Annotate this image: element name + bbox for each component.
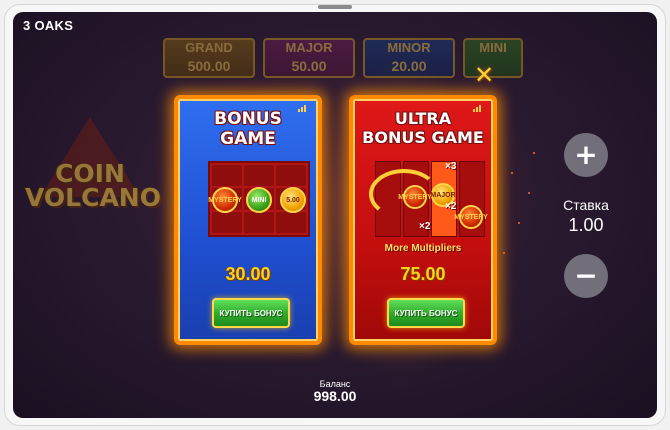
jackpot-grand: GRAND 500.00 — [163, 38, 255, 78]
jackpot-major-value: 50.00 — [291, 58, 327, 74]
mystery-coin-icon: MYSTERY — [398, 185, 432, 209]
multiplier-label: ×2 — [445, 201, 457, 212]
ultra-title-line2: BONUS GAME — [362, 128, 484, 147]
ultra-bonus-price: 75.00 — [400, 264, 446, 284]
ultra-reels-preview: MYSTERY MAJOR MYSTERY ×3 ×2 ×2 — [369, 161, 488, 237]
ultra-bonus-game-card: ULTRA BONUS GAME MYSTERY MAJOR MYSTERY ×… — [349, 95, 497, 345]
buy-ultra-bonus-button[interactable]: КУПИТЬ БОНУС — [387, 298, 465, 328]
game-screen: 3 OAKS GRAND 500.00 MAJOR 50.00 MINOR 20… — [13, 12, 657, 418]
ultra-bonus-title: ULTRA BONUS GAME — [353, 109, 493, 147]
device-notch — [318, 5, 352, 9]
mystery-coin-icon: MYSTERY — [208, 187, 242, 213]
jackpot-mini-label: MINI — [479, 40, 507, 55]
spark-decoration — [533, 152, 535, 154]
jackpot-minor-label: MINOR — [387, 40, 431, 55]
jackpot-major-label: MAJOR — [285, 40, 333, 55]
ultra-subtitle: More Multipliers — [384, 243, 462, 254]
mini-coin-icon: MINI — [246, 187, 272, 213]
value-coin-icon: 5.00 — [280, 187, 306, 213]
bonus-game-card: BONUS GAME MYSTERY MINI 5.00 30.00 КУПИТ… — [174, 95, 322, 345]
bonus-game-title: BONUS GAME — [178, 109, 318, 149]
bonus-game-price: 30.00 — [225, 264, 271, 284]
increase-bet-button[interactable]: + — [564, 133, 608, 177]
bet-value: 1.00 — [568, 215, 604, 235]
logo-text: COIN VOLCANO — [25, 161, 161, 212]
bonus-title-line1: BONUS — [214, 109, 282, 129]
jackpot-grand-value: 500.00 — [187, 58, 231, 74]
bet-label: Ставка — [563, 197, 609, 213]
jackpot-major: MAJOR 50.00 — [263, 38, 355, 78]
logo-line2: VOLCANO — [25, 183, 161, 212]
multiplier-label: ×3 — [445, 161, 457, 172]
mystery-coin-icon: MYSTERY — [454, 205, 488, 229]
spark-decoration — [518, 222, 520, 224]
spark-decoration — [503, 252, 505, 254]
brand-label: 3 OAKS — [23, 18, 74, 33]
ultra-title-line1: ULTRA — [394, 109, 452, 128]
multiplier-label: ×2 — [419, 221, 431, 232]
bonus-coins-row: MYSTERY MINI 5.00 — [208, 187, 310, 213]
balance-value: 998.00 — [313, 388, 357, 404]
bonus-title-line2: GAME — [220, 129, 276, 149]
decrease-bet-button[interactable]: − — [564, 254, 608, 298]
close-icon[interactable]: ✕ — [473, 63, 495, 87]
game-logo: COIN VOLCANO — [25, 117, 161, 232]
spark-decoration — [511, 172, 513, 174]
buy-bonus-button[interactable]: КУПИТЬ БОНУС — [212, 298, 290, 328]
spark-decoration — [528, 192, 530, 194]
jackpot-grand-label: GRAND — [185, 40, 233, 55]
